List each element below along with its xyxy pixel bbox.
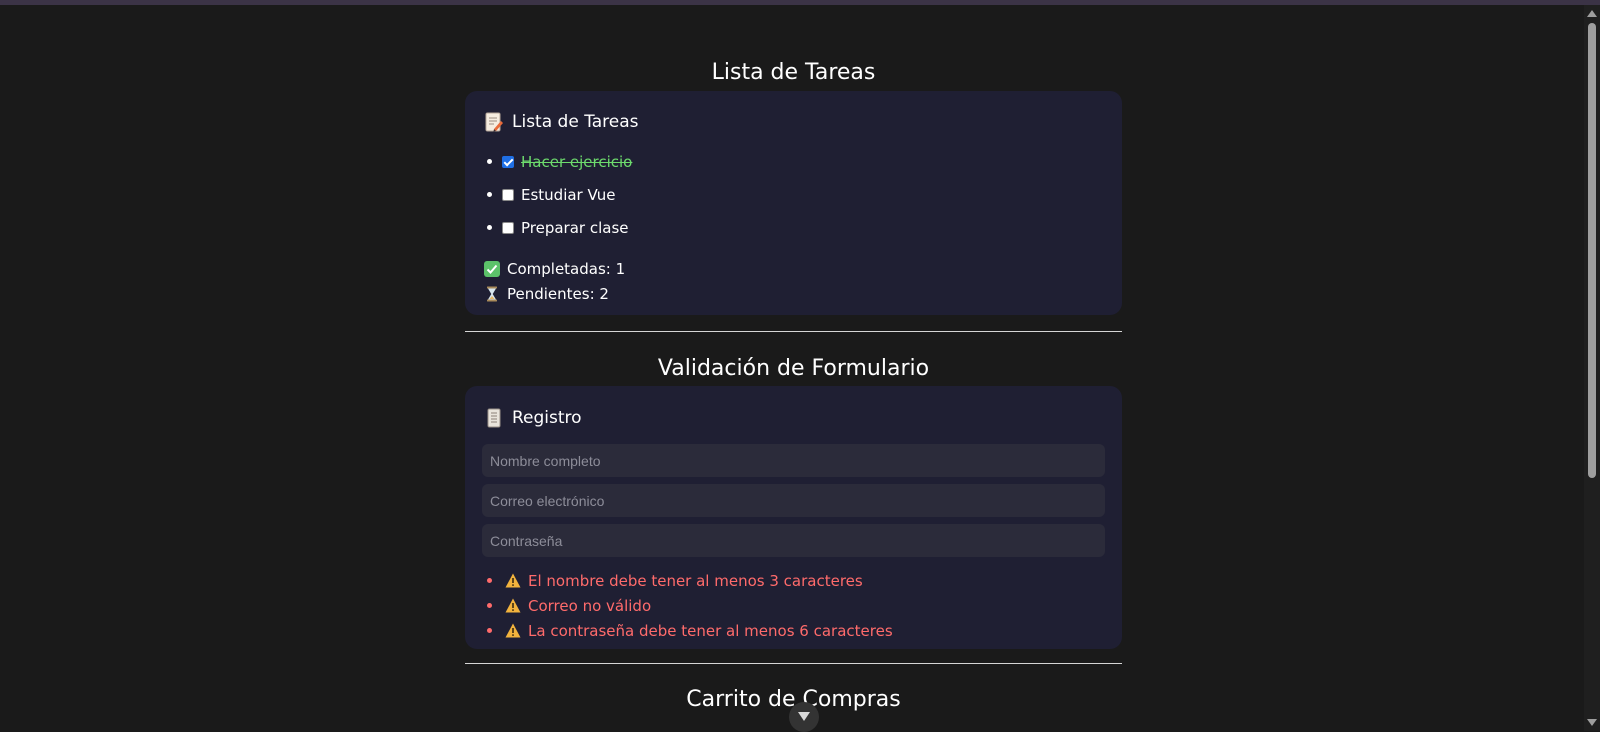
task-label: Hacer ejercicio [521, 152, 633, 171]
hourglass-icon [487, 286, 497, 301]
validation-errors: El nombre debe tener al menos 3 caracter… [482, 568, 1105, 643]
task-item: Estudiar Vue [482, 178, 1105, 211]
completed-count: Completadas: 1 [482, 256, 1105, 281]
error-text: Correo no válido [528, 596, 652, 615]
register-card-title-text: Registro [512, 408, 582, 428]
warning-icon [505, 623, 521, 638]
error-item: El nombre debe tener al menos 3 caracter… [482, 568, 1105, 593]
list-bullet [487, 225, 492, 230]
tasks-section: Lista de Tareas [465, 58, 1122, 88]
task-card-title-text: Lista de Tareas [512, 112, 639, 132]
list-bullet [487, 159, 492, 164]
task-list: Hacer ejercicio Estudiar Vue Preparar cl… [482, 145, 1105, 244]
error-item: Correo no válido [482, 593, 1105, 618]
error-item: La contraseña debe tener al menos 6 cara… [482, 618, 1105, 643]
check-mark-icon [484, 260, 500, 277]
scroll-down-button[interactable] [789, 702, 819, 732]
error-text: El nombre debe tener al menos 3 caracter… [528, 571, 863, 590]
scroll-up-arrow[interactable] [1587, 10, 1597, 17]
name-input[interactable] [482, 444, 1105, 477]
task-checkbox-hacer-ejercicio[interactable] [502, 155, 514, 168]
task-label: Estudiar Vue [521, 185, 616, 204]
task-item: Hacer ejercicio [482, 145, 1105, 178]
pending-text: Pendientes: 2 [507, 284, 609, 303]
warning-icon [505, 573, 521, 588]
scroll-icon [487, 408, 501, 428]
list-bullet [487, 192, 492, 197]
task-stats: Completadas: 1 Pendientes: 2 [482, 256, 1105, 306]
task-card: Lista de Tareas Hacer ejercicio Estudiar… [465, 91, 1122, 315]
register-card: Registro El nombre debe tener al menos 3… [465, 386, 1122, 649]
email-input[interactable] [482, 484, 1105, 517]
task-checkbox-estudiar-vue[interactable] [502, 188, 514, 201]
completed-text: Completadas: 1 [507, 259, 626, 278]
task-checkbox-preparar-clase[interactable] [502, 221, 514, 234]
task-item: Preparar clase [482, 211, 1105, 244]
chevron-down-icon [798, 712, 810, 721]
task-card-title: Lista de Tareas [485, 111, 1105, 133]
list-bullet [487, 578, 492, 583]
task-label: Preparar clase [521, 218, 629, 237]
section-divider [465, 331, 1122, 332]
memo-icon [485, 112, 503, 132]
section-divider [465, 663, 1122, 664]
page-scrollbar[interactable] [1584, 5, 1600, 731]
tasks-section-title: Lista de Tareas [711, 60, 876, 85]
warning-icon [505, 598, 521, 613]
password-input[interactable] [482, 524, 1105, 557]
list-bullet [487, 628, 492, 633]
error-text: La contraseña debe tener al menos 6 cara… [528, 621, 893, 640]
form-section-title: Validación de Formulario [657, 356, 930, 381]
page-viewport: Lista de Tareas Lista de Tareas Hacer ej… [0, 5, 1584, 731]
list-bullet [487, 603, 492, 608]
scroll-thumb[interactable] [1588, 23, 1596, 478]
scroll-down-arrow[interactable] [1587, 719, 1597, 726]
pending-count: Pendientes: 2 [482, 281, 1105, 306]
register-card-title: Registro [485, 407, 1105, 429]
